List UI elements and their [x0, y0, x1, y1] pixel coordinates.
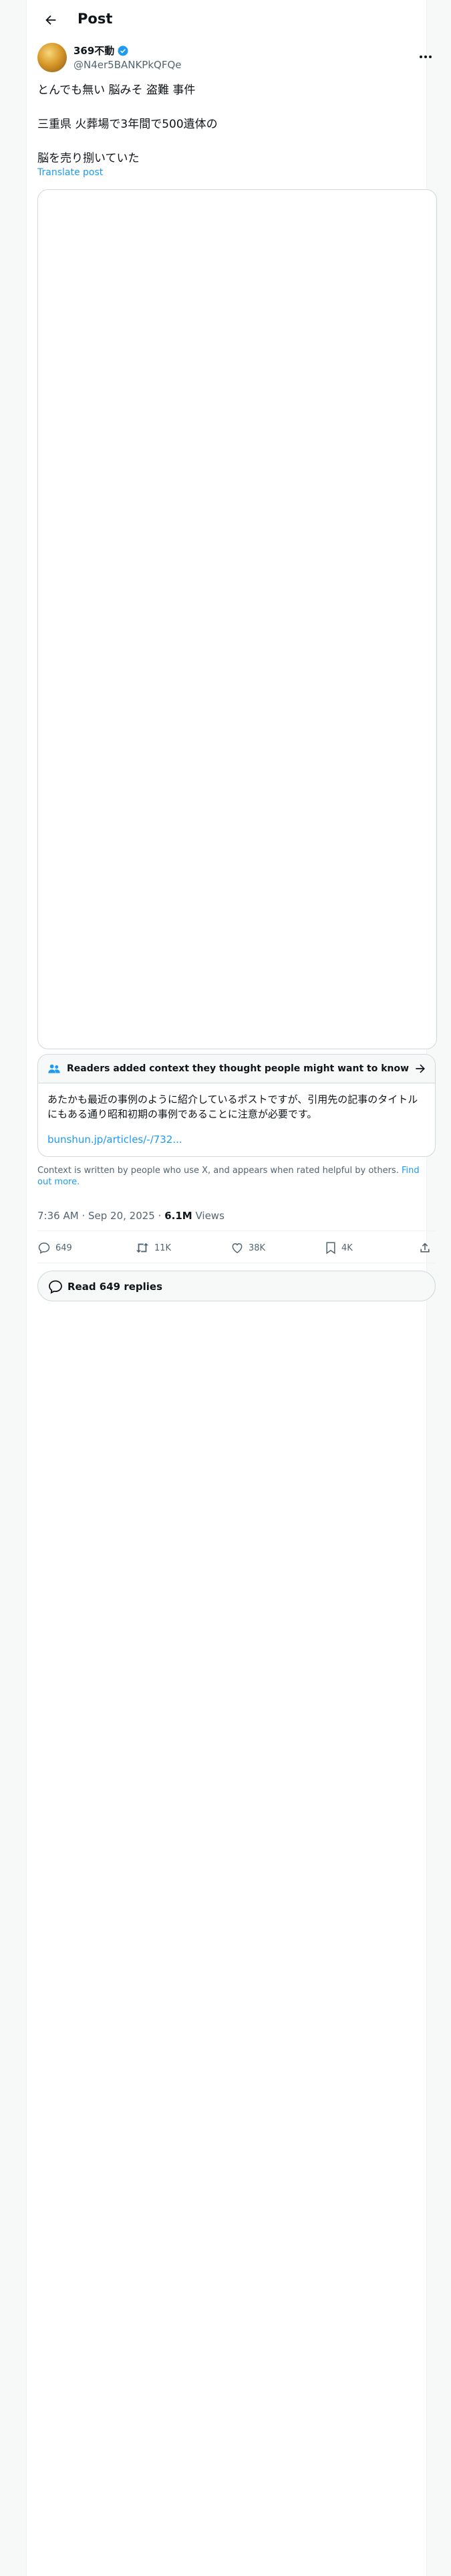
community-note-disclaimer: Context is written by people who use X, … — [37, 1165, 436, 1188]
more-dots-icon — [420, 56, 432, 58]
heart-icon — [232, 1243, 243, 1253]
read-replies-label: Read 649 replies — [67, 1281, 163, 1293]
post-meta: 7:36 AM · Sep 20, 2025 · 6.1M Views — [37, 1209, 224, 1222]
community-note-source-link[interactable]: bunshun.jp/articles/-/732... — [47, 1134, 182, 1146]
community-note: Readers added context they thought peopl… — [37, 1054, 436, 1157]
tweet-text-line: 三重県 火葬場で3年間で500遺体の — [37, 118, 218, 131]
author-handle[interactable]: @N4er5BANKPkQFQe — [73, 58, 182, 72]
reply-count: 649 — [55, 1243, 72, 1253]
replies-bubble-icon — [49, 1280, 62, 1294]
meta-separator: · — [82, 1210, 86, 1222]
back-button[interactable] — [37, 7, 64, 33]
translate-post-link[interactable]: Translate post — [37, 167, 103, 178]
post-time[interactable]: 7:36 AM — [37, 1210, 79, 1222]
reply-icon — [38, 1243, 50, 1254]
divider — [37, 1230, 436, 1231]
media-card[interactable] — [37, 189, 437, 1049]
repost-count: 11K — [154, 1243, 172, 1253]
tweet-text-line: とんでも無い 脳みそ 盗難 事件 — [37, 84, 196, 97]
tweet-text-line: 脳を売り捌いていた — [37, 152, 140, 165]
community-note-body: あたかも最近の事例のように紹介しているポストですが、引用先の記事のタイトルにもあ… — [47, 1093, 418, 1120]
verified-badge-icon — [118, 45, 128, 56]
bookmark-button[interactable]: 4K — [325, 1240, 353, 1256]
arrow-right-icon — [416, 1064, 425, 1073]
views-label: Views — [195, 1210, 224, 1222]
community-note-header[interactable]: Readers added context they thought peopl… — [38, 1055, 435, 1083]
author-name-link[interactable]: 369不動 — [73, 44, 129, 58]
bookmark-icon — [326, 1242, 335, 1255]
arrow-left-icon — [45, 15, 56, 25]
community-note-title: Readers added context they thought peopl… — [67, 1063, 410, 1074]
post-date[interactable]: Sep 20, 2025 — [88, 1210, 155, 1222]
author-name: 369不動 — [73, 45, 115, 57]
views-count: 6.1M — [164, 1210, 192, 1222]
share-button[interactable] — [418, 1240, 432, 1256]
people-icon — [48, 1064, 60, 1073]
reply-button[interactable]: 649 — [37, 1240, 72, 1256]
repost-icon — [136, 1243, 149, 1253]
avatar[interactable] — [37, 43, 67, 72]
meta-separator: · — [158, 1210, 162, 1222]
bookmark-count: 4K — [341, 1243, 353, 1253]
page: Post 369不動 @N4er5BANKPkQFQe とんでも無い 脳みそ 盗… — [0, 0, 451, 2576]
like-button[interactable]: 38K — [231, 1240, 265, 1256]
disclaimer-text: Context is written by people who use X, … — [37, 1166, 399, 1176]
more-options-button[interactable] — [414, 48, 437, 66]
share-icon — [420, 1243, 430, 1253]
repost-button[interactable]: 11K — [135, 1240, 171, 1256]
read-replies-button[interactable]: Read 649 replies — [37, 1271, 436, 1301]
like-count: 38K — [249, 1243, 266, 1253]
page-title: Post — [78, 11, 113, 27]
